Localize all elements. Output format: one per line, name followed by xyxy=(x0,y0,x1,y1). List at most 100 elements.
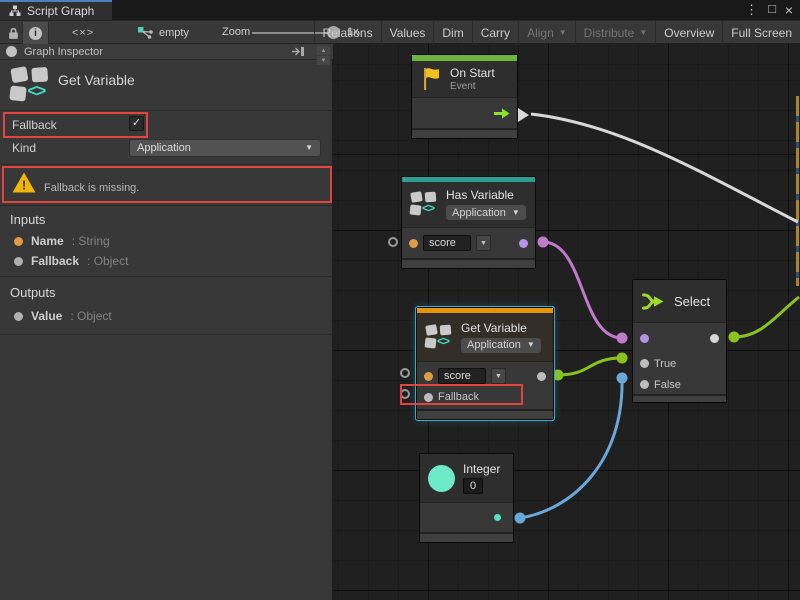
dim-button[interactable]: Dim xyxy=(433,21,471,45)
node-footer xyxy=(633,394,726,402)
outputs-section-title: Outputs xyxy=(10,285,56,300)
relations-button[interactable]: Relations xyxy=(314,21,381,45)
node-subtitle: Event xyxy=(450,81,495,92)
node-title: On Start xyxy=(450,66,495,80)
divider xyxy=(0,334,333,335)
flow-output-port[interactable] xyxy=(494,108,510,119)
name-input-port[interactable] xyxy=(409,239,418,248)
condition-input-port[interactable] xyxy=(640,334,649,343)
node-on-start[interactable]: On Start Event xyxy=(412,55,517,138)
window-titlebar: Script Graph ⋮ □ × xyxy=(0,0,800,20)
overview-button[interactable]: Overview xyxy=(655,21,722,45)
variable-kind-dropdown[interactable]: Application▼ xyxy=(446,205,526,220)
true-port-label: True xyxy=(654,358,676,370)
fallback-port-highlight xyxy=(400,384,523,405)
node-title: Integer xyxy=(463,462,500,476)
name-input-port[interactable] xyxy=(424,372,433,381)
warning-text: Fallback is missing. xyxy=(44,182,139,194)
node-footer xyxy=(412,128,517,138)
lock-button[interactable] xyxy=(4,22,22,44)
node-header: Select xyxy=(633,280,726,322)
zoom-label: Zoom xyxy=(222,26,250,38)
selection-output-port[interactable] xyxy=(710,334,719,343)
inspector-header[interactable]: i Graph Inspector xyxy=(0,44,333,60)
inputs-section-title: Inputs xyxy=(10,212,45,227)
variable-icon: <> xyxy=(410,191,438,218)
divider xyxy=(0,164,333,165)
chevron-down-icon: ▼ xyxy=(512,209,520,217)
values-button[interactable]: Values xyxy=(381,21,434,45)
window-close-icon[interactable]: × xyxy=(785,2,793,18)
node-header: <> Has Variable Application▼ xyxy=(402,182,535,227)
graph-canvas[interactable] xyxy=(333,44,800,600)
node-header: Integer 0 xyxy=(420,454,513,502)
divider xyxy=(0,205,333,206)
chevron-down-icon: ▼ xyxy=(305,144,313,152)
node-title: Get Variable xyxy=(461,321,541,335)
node-footer xyxy=(402,258,535,268)
scroll-up-icon[interactable]: ▲ xyxy=(317,46,330,55)
graph-tab-icon xyxy=(9,5,21,17)
variable-icon: <> xyxy=(425,324,453,351)
node-has-variable[interactable]: <> Has Variable Application▼ score ▼ xyxy=(402,177,535,268)
dock-icon[interactable] xyxy=(291,46,305,57)
false-input-port[interactable] xyxy=(640,380,649,389)
fallback-label: Fallback xyxy=(12,118,57,132)
svg-text:!: ! xyxy=(22,178,26,193)
output-port-row: Value : Object xyxy=(14,309,112,323)
result-output-port[interactable] xyxy=(519,239,528,248)
graph-reference-button[interactable]: empty xyxy=(138,24,189,42)
variable-name-field[interactable]: score xyxy=(423,235,471,251)
warning-icon: ! xyxy=(12,172,36,193)
node-select[interactable]: Select True False xyxy=(633,280,726,402)
input-port-row: Fallback : Object xyxy=(14,254,128,268)
false-port-label: False xyxy=(654,379,681,391)
unconnected-port-ring[interactable] xyxy=(400,368,410,378)
align-button: Align▼ xyxy=(518,21,575,45)
port-dot xyxy=(14,312,23,321)
input-port-row: Name : String xyxy=(14,234,110,248)
node-footer xyxy=(420,532,513,542)
variable-name-field[interactable]: score xyxy=(438,368,486,384)
chevron-down-icon: ▼ xyxy=(527,341,535,349)
graph-toolbar: i <×> empty Zoom 1x Relations Values Dim… xyxy=(0,20,800,44)
value-output-port[interactable] xyxy=(537,372,546,381)
info-icon: i xyxy=(6,46,17,57)
values-code-button[interactable]: <×> xyxy=(62,22,104,44)
kind-dropdown[interactable]: Application ▼ xyxy=(129,139,321,157)
graph-inspector-panel: i Graph Inspector ▲ ▼ <> Get Variable Fa… xyxy=(0,44,333,600)
port-dot xyxy=(14,237,23,246)
flow-wire-start-arrow xyxy=(518,108,529,122)
variable-icon: <> xyxy=(10,66,51,105)
unconnected-port-ring[interactable] xyxy=(388,237,398,247)
port-dot xyxy=(14,257,23,266)
inspector-scrollbar[interactable]: ▲ ▼ xyxy=(317,46,330,65)
graph-reference-icon xyxy=(138,27,153,40)
offscreen-node-edge xyxy=(796,96,799,286)
node-title: Has Variable xyxy=(446,188,526,202)
window-menu-icon[interactable]: ⋮ xyxy=(745,2,758,18)
fullscreen-button[interactable]: Full Screen xyxy=(722,21,800,45)
inspector-toggle-button[interactable]: i xyxy=(22,22,49,44)
kind-label: Kind xyxy=(12,141,36,155)
variable-kind-dropdown[interactable]: Application▼ xyxy=(461,338,541,353)
flag-icon xyxy=(420,66,442,92)
node-header: <> Get Variable Application▼ xyxy=(417,313,553,361)
variable-name-dropdown-button[interactable]: ▼ xyxy=(491,368,506,384)
divider xyxy=(0,110,333,111)
value-output-port[interactable] xyxy=(494,514,501,521)
true-input-port[interactable] xyxy=(640,359,649,368)
script-graph-tab[interactable]: Script Graph xyxy=(0,0,112,20)
node-integer[interactable]: Integer 0 xyxy=(420,454,513,542)
inspector-unit-title: Get Variable xyxy=(58,72,135,88)
scroll-down-icon[interactable]: ▼ xyxy=(317,56,330,65)
info-icon: i xyxy=(29,27,42,40)
integer-value-field[interactable]: 0 xyxy=(463,478,483,494)
fallback-checkbox[interactable]: ✓ xyxy=(129,116,144,131)
carry-button[interactable]: Carry xyxy=(472,21,518,45)
lock-icon xyxy=(8,27,19,40)
variable-name-dropdown-button[interactable]: ▼ xyxy=(476,235,491,251)
check-icon: ✓ xyxy=(132,117,141,129)
window-maximize-icon[interactable]: □ xyxy=(768,1,776,17)
node-title: Select xyxy=(674,294,710,309)
